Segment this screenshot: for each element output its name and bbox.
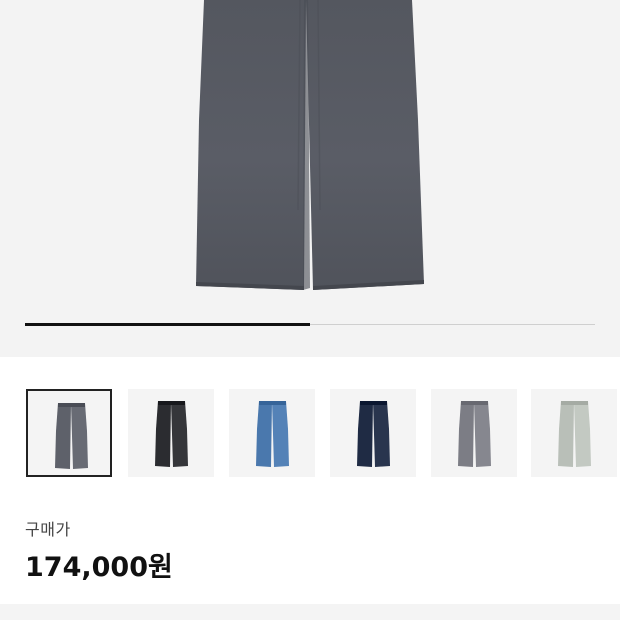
bottom-section-edge <box>0 604 620 620</box>
variant-thumbnail-mid-blue[interactable] <box>229 389 315 477</box>
product-image-gallery[interactable] <box>0 0 620 357</box>
gallery-progress-bar[interactable] <box>25 323 595 326</box>
jeans-thumbnail-image <box>458 401 491 467</box>
variant-thumbnail-charcoal-gray[interactable] <box>26 389 112 477</box>
jeans-thumbnail-image <box>155 401 188 467</box>
jeans-thumbnail-image <box>357 401 390 467</box>
variant-thumbnail-light-gray[interactable] <box>431 389 517 477</box>
price-value: 174,000원 <box>25 552 173 583</box>
jeans-thumbnail-image <box>558 401 591 467</box>
main-product-image <box>196 0 424 290</box>
price-label: 구매가 <box>25 520 71 539</box>
gallery-progress-fill <box>25 323 310 326</box>
variant-thumbnail-black[interactable] <box>128 389 214 477</box>
jeans-thumbnail-image <box>55 403 88 469</box>
jeans-thumbnail-image <box>256 401 289 467</box>
variant-thumbnail-dark-navy[interactable] <box>330 389 416 477</box>
variant-thumbnail-pale-gray[interactable] <box>531 389 617 477</box>
color-variant-thumbnails <box>0 389 620 479</box>
